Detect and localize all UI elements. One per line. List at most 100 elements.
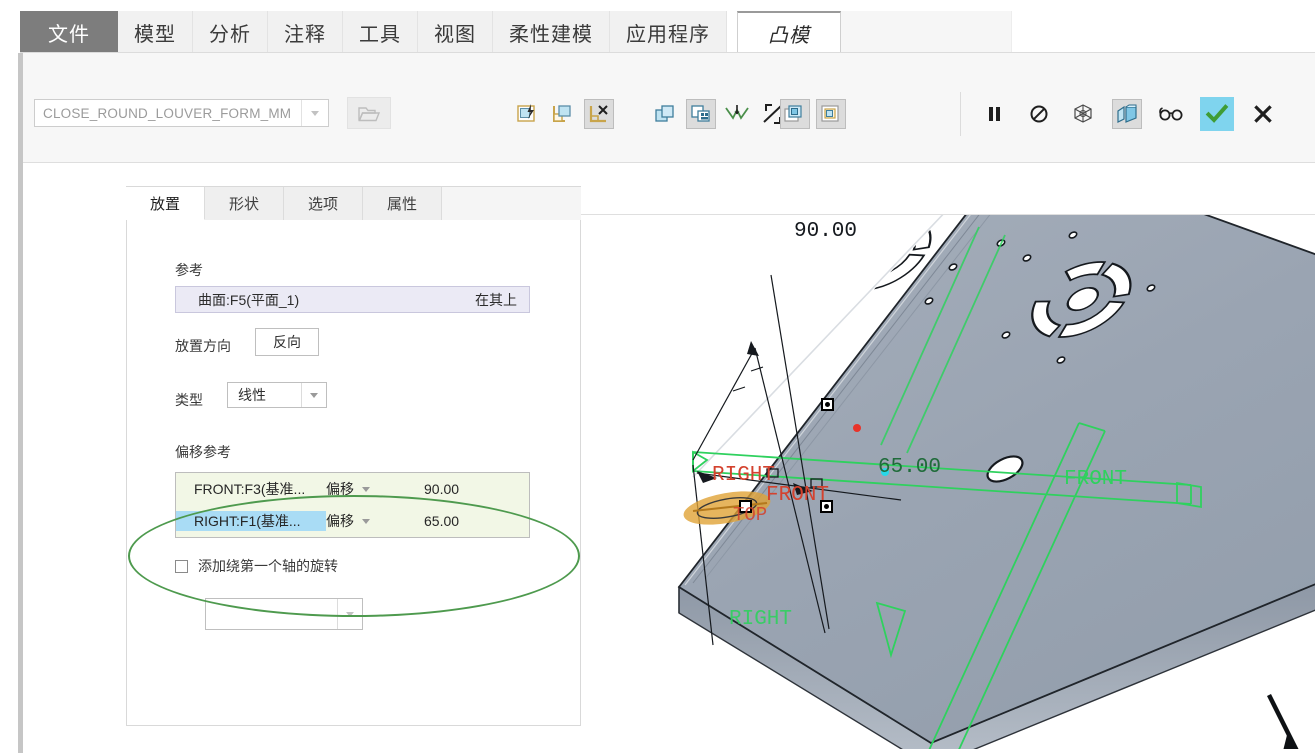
- quilt-lightning-button[interactable]: [512, 99, 542, 129]
- datum-label-top-red: TOP: [733, 504, 768, 526]
- reference-value: 曲面:F5(平面_1): [198, 291, 300, 308]
- offset-row-value[interactable]: 65.00: [412, 513, 529, 529]
- ribbon-tabstrip: 文件 模型 分析 注释 工具 视图 柔性建模 应用程序 凸模: [20, 11, 1012, 53]
- feature-name-dropdown-button[interactable]: [301, 100, 328, 126]
- ribbon-tab-model-label: 模型: [134, 23, 176, 46]
- wireframe-icon: [1074, 104, 1092, 123]
- table-row[interactable]: FRONT:F3(基准... 偏移 90.00: [176, 473, 529, 505]
- ribbon-tab-annotate-label: 注释: [284, 23, 326, 46]
- chevron-down-icon: [346, 611, 354, 617]
- offset-row-reference: FRONT:F3(基准...: [194, 481, 306, 497]
- offset-reference-table[interactable]: FRONT:F3(基准... 偏移 90.00 RIGHT:F1(基准... 偏…: [175, 472, 530, 538]
- preview-back-icon: [821, 105, 839, 122]
- rotation-checkbox[interactable]: [175, 559, 188, 573]
- ribbon-tab-applications[interactable]: 应用程序: [610, 11, 727, 53]
- drag-handle-dot[interactable]: [821, 398, 834, 411]
- ribbon-tab-flexible-modeling[interactable]: 柔性建模: [493, 11, 610, 53]
- exclude-surface-icon: [589, 105, 608, 123]
- reference-label: 参考: [175, 262, 203, 278]
- cancel-resume-button[interactable]: [1024, 99, 1054, 129]
- chevron-down-icon: [311, 110, 319, 116]
- tab-properties-label: 属性: [386, 196, 417, 213]
- ribbon-tab-view-label: 视图: [434, 23, 476, 46]
- tab-properties[interactable]: 属性: [363, 186, 442, 220]
- open-file-button[interactable]: [347, 97, 391, 129]
- rotation-checkbox-label: 添加绕第一个轴的旋转: [198, 558, 338, 574]
- dashboard-actions-group: [980, 97, 1278, 131]
- offset-reference-label: 偏移参考: [175, 444, 231, 460]
- cancel-button[interactable]: [1248, 99, 1278, 129]
- merge-solid-icon: [655, 105, 674, 122]
- offset-row-reference: RIGHT:F1(基准...: [176, 511, 326, 531]
- preview-back-button[interactable]: [816, 99, 846, 129]
- glasses-button[interactable]: [1156, 99, 1186, 129]
- close-x-icon: [1254, 105, 1272, 123]
- accept-button[interactable]: [1200, 97, 1234, 131]
- flip-direction-label: 反向: [273, 334, 301, 350]
- tab-options[interactable]: 选项: [284, 186, 363, 220]
- open-folder-icon: [358, 106, 380, 121]
- tab-placement[interactable]: 放置: [126, 186, 205, 220]
- copy-surface-button[interactable]: [548, 99, 578, 129]
- chevron-down-icon: [362, 518, 370, 524]
- offset-row-value[interactable]: 90.00: [412, 481, 529, 497]
- dimension-65[interactable]: 65.00: [878, 456, 941, 479]
- left-rail-divider: [18, 53, 23, 753]
- type-combo[interactable]: 线性: [227, 382, 327, 408]
- preview-front-button[interactable]: [780, 99, 810, 129]
- placement-panel-tabs: 放置 形状 选项 属性: [126, 186, 581, 220]
- offset-row-mode-label: 偏移: [326, 513, 354, 529]
- pause-icon: [989, 107, 1000, 121]
- tab-shape[interactable]: 形状: [205, 186, 284, 220]
- subtract-solid-icon: [691, 105, 710, 122]
- reference-field[interactable]: 曲面:F5(平面_1) 在其上: [175, 286, 530, 313]
- tab-shape-label: 形状: [228, 196, 259, 213]
- ribbon-tab-view[interactable]: 视图: [418, 11, 493, 53]
- boolean-tools-group: [650, 97, 788, 131]
- wireframe-button[interactable]: [1068, 99, 1098, 129]
- model-viewport[interactable]: 90.00 65.00 RIGHT FRONT TOP FRONT RIGHT: [581, 215, 1315, 749]
- ribbon-tab-analysis[interactable]: 分析: [193, 11, 268, 53]
- panel-tabs-filler: [442, 186, 581, 220]
- offset-row-mode[interactable]: 偏移: [326, 511, 412, 531]
- rotation-axis-dropdown[interactable]: [337, 599, 362, 629]
- tab-options-label: 选项: [307, 196, 338, 213]
- dimension-90[interactable]: 90.00: [794, 220, 857, 243]
- ribbon-tab-model[interactable]: 模型: [118, 11, 193, 53]
- preview-side-group: [780, 97, 846, 131]
- type-label: 类型: [175, 392, 203, 408]
- ribbon-tab-file-label: 文件: [48, 23, 90, 46]
- ribbon-tabstrip-filler: [841, 11, 1012, 53]
- offset-row-mode[interactable]: 偏移: [326, 479, 412, 499]
- feature-name-input[interactable]: CLOSE_ROUND_LOUVER_FORM_MM: [35, 106, 301, 121]
- ribbon-tab-tools[interactable]: 工具: [343, 11, 418, 53]
- exclude-surface-button[interactable]: [584, 99, 614, 129]
- copy-surface-icon: [553, 105, 571, 122]
- table-row[interactable]: RIGHT:F1(基准... 偏移 65.00: [176, 505, 529, 537]
- ribbon-tab-punch[interactable]: 凸模: [737, 11, 841, 53]
- ribbon-tab-file[interactable]: 文件: [20, 11, 118, 53]
- pause-button[interactable]: [980, 99, 1010, 129]
- type-combo-value: 线性: [238, 387, 266, 403]
- ribbon-tab-annotate[interactable]: 注释: [268, 11, 343, 53]
- reference-status: 在其上: [475, 291, 517, 308]
- surface-tools-group: [512, 97, 614, 131]
- reference-point-red[interactable]: [853, 424, 861, 432]
- datum-label-front-red: FRONT: [766, 484, 830, 507]
- no-entry-icon: [1030, 105, 1048, 123]
- section-preview-button[interactable]: [1112, 99, 1142, 129]
- merge-solid-button[interactable]: [650, 99, 680, 129]
- check-icon: [1205, 104, 1229, 123]
- ribbon-tab-punch-label: 凸模: [768, 24, 810, 47]
- type-combo-dropdown[interactable]: [301, 383, 326, 407]
- rotation-axis-combo[interactable]: [205, 598, 363, 630]
- direction-label: 放置方向: [175, 338, 231, 354]
- bend-relief-button[interactable]: [722, 99, 752, 129]
- flip-direction-button-panel[interactable]: 反向: [255, 328, 319, 356]
- ribbon-tab-tools-label: 工具: [359, 23, 401, 46]
- rotation-checkbox-row[interactable]: 添加绕第一个轴的旋转: [175, 556, 338, 576]
- chevron-down-icon: [362, 486, 370, 492]
- tab-placement-label: 放置: [149, 195, 180, 213]
- feature-name-field[interactable]: CLOSE_ROUND_LOUVER_FORM_MM: [34, 99, 329, 127]
- subtract-solid-button[interactable]: [686, 99, 716, 129]
